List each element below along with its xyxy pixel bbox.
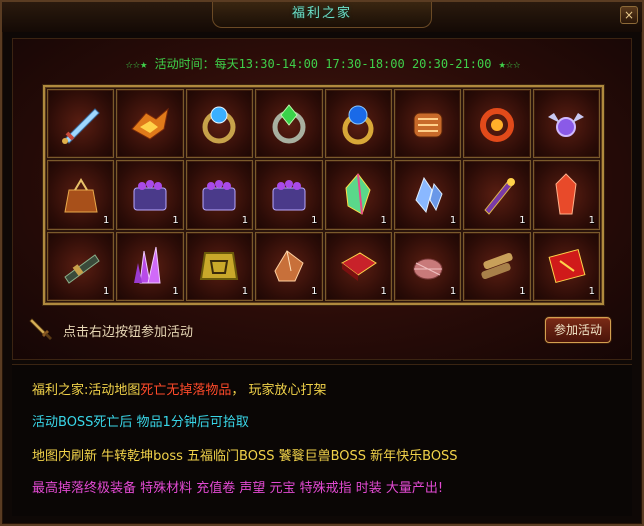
star-left-3: ★ [140,57,148,71]
reward-slot[interactable]: 1 [255,160,323,230]
flame-ring-icon [472,98,521,147]
item-count: 1 [311,214,318,226]
reward-slot[interactable] [463,89,531,159]
close-button[interactable]: × [620,6,638,24]
activity-time-text: 活动时间：每天13:30-14:00 17:30-18:00 20:30-21:… [154,57,492,71]
green-gem-ring-icon [264,98,313,147]
telescope-icon [56,241,105,290]
blue-crystal-icon [403,169,452,218]
purple-chest-icon [125,169,174,218]
reward-slot[interactable]: 1 [532,160,600,230]
sword-icon [29,318,52,340]
reward-slot[interactable] [532,89,600,159]
item-count: 1 [380,214,387,226]
join-activity-button[interactable]: 参加活动 [545,317,611,343]
item-count: 1 [380,286,387,297]
red-talisman-icon [542,241,591,290]
item-count: 1 [241,286,249,297]
star-left-2: ☆ [132,57,141,71]
reward-item-grid: 1 1 1 1 1 1 1 1 1 1 1 1 1 1 1 1 [43,85,604,305]
reward-slot[interactable]: 1 [255,231,323,301]
blue-gem-ring-icon [195,98,244,147]
sword-icon [56,98,105,147]
activity-time-bar: ☆☆★ 活动时间：每天13:30-14:00 17:30-18:00 20:30… [13,55,633,72]
welfare-home-window: 福利之家 × ☆☆★ 活动时间：每天13:30-14:00 17:30-18:0… [0,0,644,526]
star-left-1: ☆ [125,57,133,71]
thread-spool-icon [403,241,452,290]
reward-slot[interactable]: 1 [393,160,462,230]
gold-badge-icon [195,241,244,290]
reward-slot[interactable] [47,89,115,159]
star-right-1: ★ [498,57,506,71]
hint-text: 点击右边按钮参加活动 [63,325,194,340]
info-line-2: 活动BOSS死亡后 物品1分钟后可拾取 [32,415,249,430]
reward-slot[interactable]: 1 [185,231,254,301]
reward-slot[interactable] [116,89,184,159]
reward-slot[interactable]: 1 [116,231,184,301]
reward-slot[interactable] [324,89,392,159]
purple-chest-icon [195,169,244,218]
info-line-1-c: ， 玩家放心打架 [231,383,327,398]
reward-slot[interactable]: 1 [185,160,254,230]
star-right-3: ☆ [513,57,521,71]
item-count: 1 [103,214,110,226]
red-crystal-icon [542,169,591,218]
item-count: 1 [449,286,457,297]
info-line-4: 最高掉落终极装备 特殊材料 充值卷 声望 元宝 特殊戒指 时装 大量产出! [32,481,444,496]
info-line-3: 地图内刷新 牛转乾坤boss 五福临门BOSS 饕餮巨兽BOSS 新年快乐BOS… [32,449,458,464]
reward-slot[interactable] [255,89,323,159]
reward-slot[interactable] [185,89,254,159]
item-count: 1 [588,286,595,297]
reward-slot[interactable] [393,89,462,159]
reward-slot[interactable]: 1 [116,160,184,230]
title-bar[interactable]: 福利之家 × [2,2,642,32]
rainbow-crystal-icon [334,169,383,218]
info-line-1: 福利之家:活动地图死亡无掉落物品， 玩家放心打架 [32,379,327,398]
reward-slot[interactable]: 1 [463,231,531,301]
hint-row: 点击右边按钮参加活动 参加活动 [27,317,619,345]
info-line-1-a: 福利之家:活动地图 [32,383,141,398]
item-count: 1 [172,286,179,297]
activity-info-panel: 福利之家:活动地图死亡无掉落物品， 玩家放心打架 活动BOSS死亡后 物品1分钟… [12,364,632,516]
scroll-tube-icon [472,169,521,218]
red-book-icon [334,241,383,290]
wood-bundle-icon [472,241,521,290]
window-title: 福利之家 [291,6,352,21]
item-count: 1 [588,214,595,226]
item-count: 1 [519,286,526,297]
gift-pouch-icon [56,169,105,218]
item-count: 1 [103,286,110,297]
reward-slot[interactable]: 1 [47,231,115,301]
reward-slot[interactable]: 1 [463,160,531,230]
winged-ring-icon [542,98,591,147]
reward-slot[interactable]: 1 [324,231,392,301]
reward-slot[interactable]: 1 [393,231,462,301]
reward-slot[interactable]: 1 [532,231,600,301]
reward-slot[interactable]: 1 [47,160,115,230]
sapphire-ring-icon [334,98,383,147]
info-line-1-b: 死亡无掉落物品 [140,383,232,398]
item-count: 1 [241,214,249,226]
item-count: 1 [519,214,526,226]
purple-crystal-cluster-icon [125,241,174,290]
reward-panel: ☆☆★ 活动时间：每天13:30-14:00 17:30-18:00 20:30… [12,38,632,360]
item-count: 1 [311,286,318,297]
item-count: 1 [449,214,457,226]
ore-chunk-icon [264,241,313,290]
purple-chest-icon [264,169,313,218]
item-count: 1 [172,214,179,226]
title-plate: 福利之家 [212,2,432,28]
bracer-icon [403,98,452,147]
reward-slot[interactable]: 1 [324,160,392,230]
phoenix-armor-icon [125,98,174,147]
